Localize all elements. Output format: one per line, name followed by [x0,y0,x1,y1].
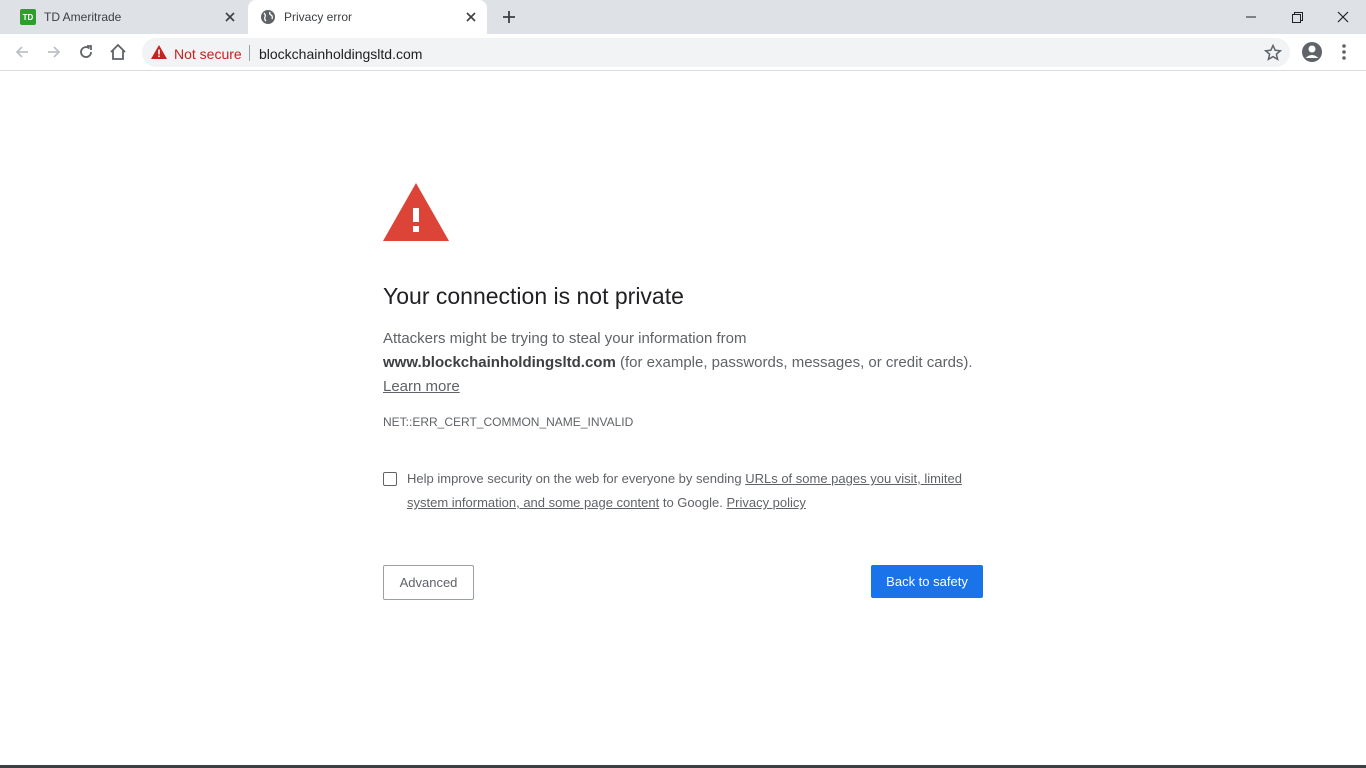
kebab-menu-icon[interactable] [1334,40,1354,64]
close-icon[interactable] [222,9,238,25]
page-title: Your connection is not private [383,283,684,309]
profile-avatar-icon[interactable] [1300,40,1324,64]
optin-prefix: Help improve security on the web for eve… [407,471,742,486]
tab-strip: TD TD Ameritrade Privacy error [0,0,1366,34]
optin-text: Help improve security on the web for eve… [407,467,987,515]
globe-icon [260,9,276,25]
privacy-policy-link[interactable]: Privacy policy [726,495,805,510]
arrow-right-icon [48,46,61,58]
warning-triangle-icon [383,183,449,241]
divider [249,45,250,61]
error-code: NET::ERR_CERT_COMMON_NAME_INVALID [383,415,634,429]
learn-more-link[interactable]: Learn more [383,378,460,395]
restore-button[interactable] [1274,0,1320,34]
bookmark-star-icon[interactable] [1263,43,1283,62]
warning-triangle-icon[interactable] [151,45,167,64]
advanced-button[interactable]: Advanced [383,565,474,600]
minimize-button[interactable] [1228,0,1274,34]
tab-title: Privacy error [284,10,353,24]
domain-name: www.blockchainholdingsltd.com [383,354,616,371]
address-bar[interactable]: Not secure blockchainholdingsltd.com [142,38,1290,67]
back-to-safety-button[interactable]: Back to safety [871,565,983,598]
close-icon[interactable] [463,9,479,25]
close-window-button[interactable] [1320,0,1366,34]
home-icon [110,43,126,60]
home-button[interactable] [106,40,130,64]
browser-toolbar: Not secure blockchainholdingsltd.com [0,34,1366,71]
forward-button[interactable] [42,40,66,64]
tab-td-ameritrade[interactable]: TD TD Ameritrade [8,0,246,34]
optin-checkbox[interactable] [383,472,397,486]
explanation-text: (for example, passwords, messages, or cr… [619,354,973,371]
arrow-left-icon [15,46,28,58]
explanation-text: Attackers might be trying to steal your … [383,330,747,347]
error-explanation: Attackers might be trying to steal your … [383,327,983,399]
back-button[interactable] [10,40,34,64]
tab-privacy-error[interactable]: Privacy error [248,0,487,34]
security-status[interactable]: Not secure [174,46,242,62]
reload-button[interactable] [74,40,98,64]
td-logo-icon: TD [20,9,36,25]
new-tab-button[interactable] [499,7,519,27]
tab-title: TD Ameritrade [44,10,122,24]
optin-middle: to Google. [662,495,723,510]
url-text[interactable]: blockchainholdingsltd.com [259,46,422,62]
reload-icon [80,45,92,58]
